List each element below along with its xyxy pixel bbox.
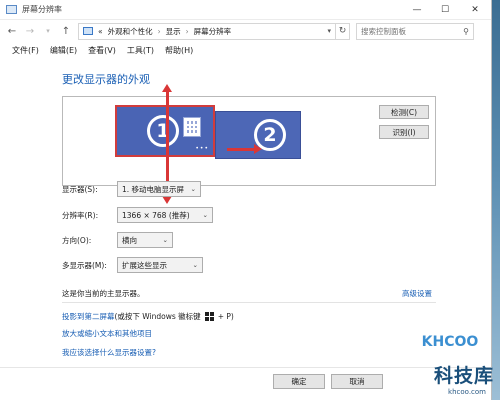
menu-view[interactable]: 查看(V) xyxy=(88,45,116,56)
display-row: 显示器(S): 1. 移动电脑显示屏 ⌄ xyxy=(62,181,201,197)
primary-display-note: 这是你当前的主显示器。 xyxy=(62,289,145,298)
ok-button[interactable]: 确定 xyxy=(273,374,325,389)
multi-display-row: 多显示器(M): 扩展这些显示 ⌄ xyxy=(62,257,203,273)
search-box[interactable]: ⚲ xyxy=(356,22,474,40)
resolution-row: 分辨率(R): 1366 × 768 (推荐) ⌄ xyxy=(62,207,213,223)
arrow-down-tip xyxy=(162,196,172,204)
which-settings-link[interactable]: 我应该选择什么显示器设置? xyxy=(62,347,156,358)
recent-dropdown-icon[interactable]: ▾ xyxy=(42,27,54,35)
orientation-row: 方向(O): 横向 ⌄ xyxy=(62,232,173,248)
watermark: KHCOO 科技库 khcoo.com xyxy=(404,322,494,396)
breadcrumb-appearance[interactable]: 外观和个性化 xyxy=(108,26,153,37)
windows-logo-icon xyxy=(204,312,214,321)
up-arrow-icon[interactable]: ↑ xyxy=(60,26,72,37)
menu-tools[interactable]: 工具(T) xyxy=(127,45,154,56)
maximize-icon[interactable]: ☐ xyxy=(431,0,459,20)
display-select[interactable]: 1. 移动电脑显示屏 ⌄ xyxy=(117,181,201,197)
watermark-text: 科技库 xyxy=(433,365,494,387)
monitor-arrangement: 1 ••• 2 检测(C) 识别(I) xyxy=(62,84,436,204)
breadcrumb-display[interactable]: 显示 xyxy=(166,26,181,37)
text-size-link[interactable]: 放大或缩小文本和其他项目 xyxy=(62,328,152,339)
section-divider xyxy=(62,302,436,303)
search-input[interactable] xyxy=(361,26,457,36)
multi-display-select[interactable]: 扩展这些显示 ⌄ xyxy=(117,257,203,273)
menu-bar: 文件(F) 编辑(E) 查看(V) 工具(T) 帮助(H) xyxy=(0,42,491,58)
page-title: 更改显示器的外观 xyxy=(62,73,150,86)
menu-edit[interactable]: 编辑(E) xyxy=(50,45,77,56)
text-size-row: 放大或缩小文本和其他项目 xyxy=(62,328,152,339)
project-second-screen-link[interactable]: 投影到第二屏幕 xyxy=(62,311,115,322)
chevron-down-icon: ⌄ xyxy=(192,261,198,269)
orientation-select[interactable]: 横向 ⌄ xyxy=(117,232,173,248)
monitor-status-dots: ••• xyxy=(195,145,209,152)
which-settings-row: 我应该选择什么显示器设置? xyxy=(62,347,156,358)
resolution-label: 分辨率(R): xyxy=(62,210,99,220)
svg-text:KHCOO: KHCOO xyxy=(422,334,479,350)
khcoo-logo: KHCOO xyxy=(416,328,484,352)
project-hint-start: (或按下 Windows 徽标键 xyxy=(114,312,201,321)
resolution-value: 1366 × 768 (推荐) xyxy=(122,210,190,220)
address-bar[interactable]: « 外观和个性化 › 显示 › 屏幕分辨率 ▾ xyxy=(78,22,336,40)
primary-display-icon xyxy=(183,117,201,137)
project-row: 投影到第二屏幕 (或按下 Windows 徽标键 + P) xyxy=(62,311,234,322)
close-icon[interactable]: ✕ xyxy=(459,0,491,20)
chevron-down-icon: ⌄ xyxy=(162,236,168,244)
control-panel-icon xyxy=(83,27,93,35)
horizontal-arrow-annotation xyxy=(227,144,262,154)
navigation-bar: ← → ▾ ↑ « 外观和个性化 › 显示 › 屏幕分辨率 ▾ ↻ ⚲ xyxy=(0,20,491,42)
orientation-label: 方向(O): xyxy=(62,235,92,245)
window-title: 屏幕分辨率 xyxy=(22,5,62,14)
monitor-icon xyxy=(6,5,17,14)
minimize-icon[interactable]: — xyxy=(403,0,431,20)
project-hint-end: + P) xyxy=(217,312,234,321)
multi-display-label: 多显示器(M): xyxy=(62,260,107,270)
address-dropdown-icon[interactable]: ▾ xyxy=(327,27,331,35)
refresh-icon[interactable]: ↻ xyxy=(336,22,350,40)
arrow-right-tip xyxy=(254,144,262,154)
menu-help[interactable]: 帮助(H) xyxy=(165,45,193,56)
chevron-down-icon: ⌄ xyxy=(190,185,196,193)
breadcrumb-separator: › xyxy=(185,26,189,36)
resolution-select[interactable]: 1366 × 768 (推荐) ⌄ xyxy=(117,207,213,223)
identify-button[interactable]: 识别(I) xyxy=(379,125,429,139)
arrow-up-tip xyxy=(162,84,172,92)
monitor-number-1: 1 xyxy=(147,115,179,147)
display-label: 显示器(S): xyxy=(62,184,98,194)
title-bar: 屏幕分辨率 — ☐ ✕ xyxy=(0,0,491,20)
cancel-button[interactable]: 取消 xyxy=(331,374,383,389)
display-value: 1. 移动电脑显示屏 xyxy=(122,184,185,194)
window-controls: — ☐ ✕ xyxy=(403,0,491,20)
breadcrumb-resolution[interactable]: 屏幕分辨率 xyxy=(194,26,232,37)
advanced-settings-link[interactable]: 高级设置 xyxy=(402,288,432,299)
chevron-down-icon: ⌄ xyxy=(202,211,208,219)
menu-file[interactable]: 文件(F) xyxy=(12,45,39,56)
multi-display-value: 扩展这些显示 xyxy=(122,260,167,270)
orientation-value: 横向 xyxy=(122,235,137,245)
forward-arrow-icon[interactable]: → xyxy=(24,26,36,37)
breadcrumb-separator: › xyxy=(157,26,161,36)
monitor-1[interactable]: 1 ••• xyxy=(115,105,215,157)
detect-button[interactable]: 检测(C) xyxy=(379,105,429,119)
watermark-url: khcoo.com xyxy=(448,388,486,396)
back-arrow-icon[interactable]: ← xyxy=(6,26,18,37)
search-icon[interactable]: ⚲ xyxy=(463,27,469,36)
breadcrumb-overflow[interactable]: « xyxy=(98,27,103,36)
